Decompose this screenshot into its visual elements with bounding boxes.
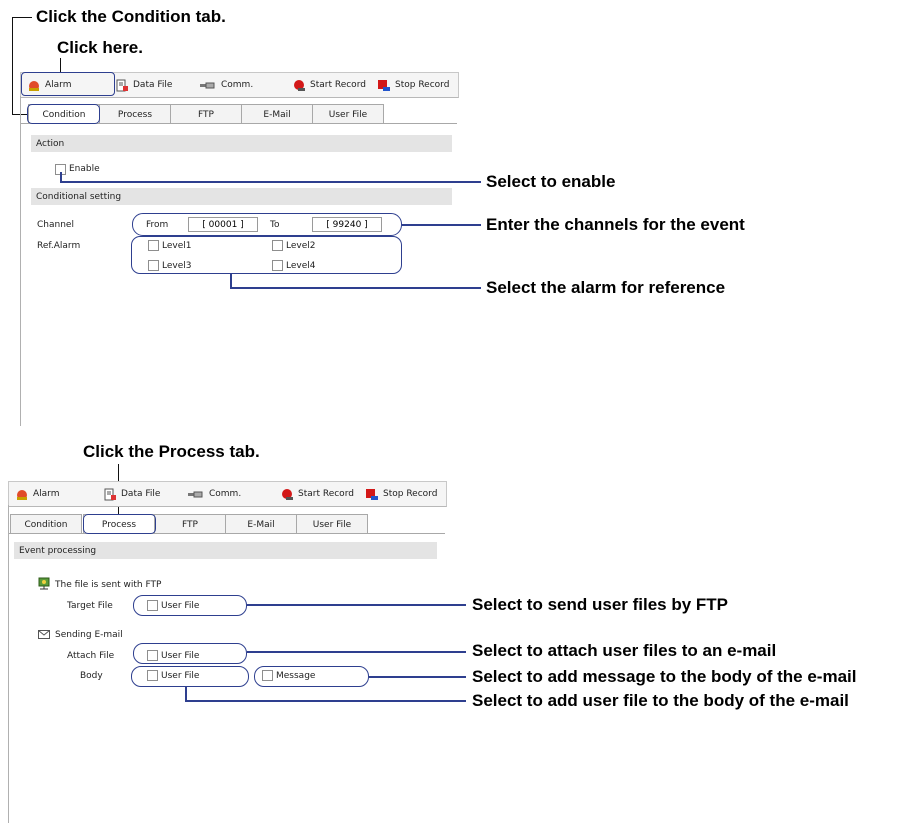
- toolbar2-start-record-label: Start Record: [298, 489, 354, 499]
- toolbar-stop-record-label: Stop Record: [395, 80, 450, 90]
- toolbar-comm-label: Comm.: [221, 80, 254, 90]
- tab-process[interactable]: Process: [99, 104, 171, 124]
- tab2-email[interactable]: E-Mail: [225, 514, 297, 534]
- body-user-file-highlight: [131, 666, 249, 687]
- ref-alarm-highlight: [131, 236, 402, 274]
- callout-body-message: Select to add message to the body of the…: [472, 667, 857, 686]
- action-section-header: Action: [31, 135, 452, 152]
- toolbar2-alarm-label: Alarm: [33, 489, 60, 499]
- data-file-icon: [104, 488, 116, 500]
- toolbar2-data-file-label: Data File: [121, 489, 161, 499]
- tab2-user-file[interactable]: User File: [296, 514, 368, 534]
- toolbar-bottom: Alarm Data File Comm. Start Record Stop …: [8, 481, 447, 507]
- data-file-icon: [116, 79, 128, 91]
- body-message-highlight: [254, 666, 369, 687]
- comm-icon: [200, 82, 215, 88]
- comm-icon: [188, 491, 203, 497]
- enable-label: Enable: [69, 164, 100, 174]
- email-label: Sending E-mail: [55, 630, 123, 640]
- callout-click-here: Click here.: [57, 38, 143, 57]
- panel-bottom-left-border: [8, 505, 9, 823]
- enable-connector-h: [60, 181, 481, 183]
- toolbar-data-file-label: Data File: [133, 80, 173, 90]
- alarm-button-highlight: [21, 72, 115, 96]
- condition-callout-hline: [12, 17, 32, 18]
- toolbar-comm-button[interactable]: Comm.: [199, 78, 253, 92]
- callout-alarm-ref: Select the alarm for reference: [486, 278, 726, 297]
- tab-strip-bottom: Condition Process FTP E-Mail User File: [10, 514, 434, 534]
- email-icon: [38, 630, 50, 639]
- condition-tab-highlight: [27, 104, 100, 124]
- start-record-icon: [282, 488, 293, 500]
- alarm-connector-v: [230, 274, 232, 288]
- tab-email[interactable]: E-Mail: [241, 104, 313, 124]
- alarm-icon: [17, 489, 27, 500]
- ftp-label: The file is sent with FTP: [55, 580, 162, 590]
- channel-label: Channel: [37, 220, 74, 230]
- tab-baseline-bottom: [8, 533, 445, 534]
- toolbar-stop-record-button[interactable]: Stop Record: [377, 78, 449, 92]
- attach-connector-h: [247, 651, 466, 653]
- callout-body-user-file: Select to add user file to the body of t…: [472, 691, 849, 710]
- click-here-vline: [60, 58, 61, 72]
- tab2-condition[interactable]: Condition: [10, 514, 82, 534]
- ftp-connector-h: [247, 604, 466, 606]
- event-processing-header: Event processing: [14, 542, 437, 559]
- message-connector-h: [369, 676, 466, 678]
- channel-connector-h: [402, 224, 481, 226]
- toolbar2-stop-record-label: Stop Record: [383, 489, 438, 499]
- toolbar-data-file-button[interactable]: Data File: [115, 78, 172, 92]
- body-user-file-connector-v: [185, 687, 187, 701]
- stop-record-icon: [366, 488, 378, 500]
- toolbar2-stop-record-button[interactable]: Stop Record: [365, 487, 437, 501]
- tab-ftp[interactable]: FTP: [170, 104, 242, 124]
- tab-user-file[interactable]: User File: [312, 104, 384, 124]
- panel-top-left-border: [20, 96, 21, 426]
- body-label: Body: [80, 671, 103, 681]
- callout-enable: Select to enable: [486, 172, 616, 191]
- process-tab-highlight: [83, 514, 156, 534]
- condition-callout-vline: [12, 17, 13, 114]
- target-file-label: Target File: [67, 601, 113, 611]
- ftp-icon: [38, 577, 50, 590]
- callout-attach: Select to attach user files to an e-mail: [472, 641, 777, 660]
- start-record-icon: [294, 79, 305, 91]
- attach-file-label: Attach File: [67, 651, 115, 661]
- alarm-connector-h: [230, 287, 481, 289]
- toolbar-start-record-button[interactable]: Start Record: [292, 78, 366, 92]
- callout-condition-tab: Click the Condition tab.: [36, 7, 226, 26]
- channel-highlight: [132, 213, 402, 236]
- attach-file-highlight: [133, 643, 247, 664]
- toolbar2-start-record-button[interactable]: Start Record: [280, 487, 354, 501]
- callout-ftp-send: Select to send user files by FTP: [472, 595, 729, 614]
- ref-alarm-label: Ref.Alarm: [37, 241, 81, 251]
- stop-record-icon: [378, 79, 390, 91]
- toolbar-start-record-label: Start Record: [310, 80, 366, 90]
- toolbar2-comm-button[interactable]: Comm.: [187, 487, 241, 501]
- tab2-ftp[interactable]: FTP: [154, 514, 226, 534]
- target-file-highlight: [133, 595, 247, 616]
- callout-channels: Enter the channels for the event: [486, 215, 745, 234]
- toolbar2-alarm-button[interactable]: Alarm: [15, 487, 59, 501]
- body-user-file-connector-h: [185, 700, 466, 702]
- toolbar2-data-file-button[interactable]: Data File: [103, 487, 160, 501]
- conditional-setting-header: Conditional setting: [31, 188, 452, 205]
- toolbar2-comm-label: Comm.: [209, 489, 242, 499]
- callout-process-tab: Click the Process tab.: [83, 442, 260, 461]
